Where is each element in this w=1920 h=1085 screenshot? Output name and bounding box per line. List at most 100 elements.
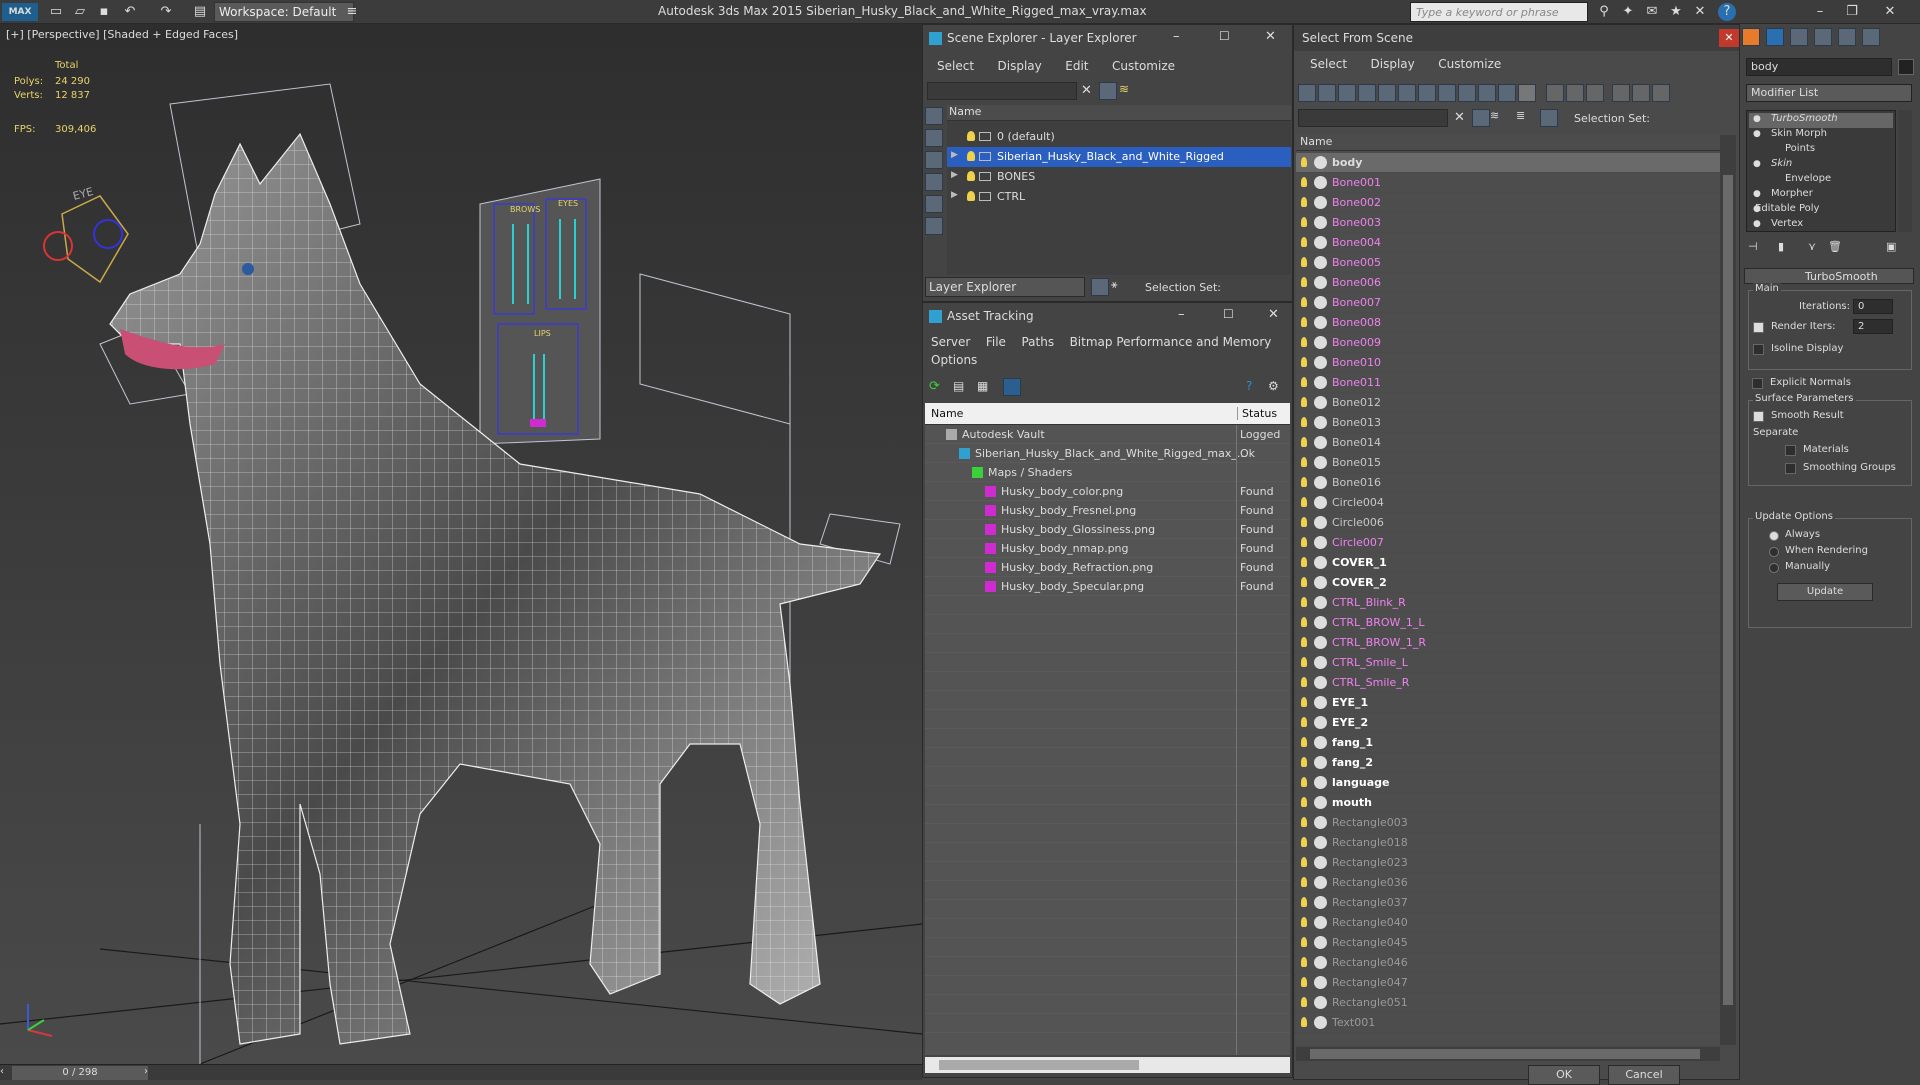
- filter-toggle-icon[interactable]: [1472, 109, 1490, 127]
- clear-find-icon[interactable]: ✕: [1454, 110, 1465, 125]
- filter-geometry-icon[interactable]: [1298, 84, 1316, 102]
- object-row[interactable]: fang_2: [1296, 753, 1720, 773]
- object-row[interactable]: Bone002: [1296, 193, 1720, 213]
- lightbulb-icon[interactable]: [1301, 877, 1307, 887]
- modifier-stack-item[interactable]: ● Vertex: [1749, 218, 1893, 233]
- bulb-toggle-icon[interactable]: ●: [1753, 159, 1761, 169]
- lightbulb-icon[interactable]: [1301, 837, 1307, 847]
- object-row[interactable]: Bone006: [1296, 273, 1720, 293]
- binoculars-icon[interactable]: ⚲: [1594, 3, 1614, 21]
- modifier-list-dropdown[interactable]: Modifier List: [1746, 84, 1912, 102]
- lightbulb-icon[interactable]: [1301, 277, 1307, 287]
- lightbulb-icon[interactable]: [1301, 797, 1307, 807]
- restore-icon[interactable]: ❐: [1842, 3, 1862, 21]
- find-input[interactable]: [1298, 109, 1448, 127]
- lightbulb-icon[interactable]: [1301, 1017, 1307, 1027]
- object-row[interactable]: Bone009: [1296, 333, 1720, 353]
- lightbulb-icon[interactable]: [1301, 557, 1307, 567]
- maximize-icon[interactable]: ☐: [1219, 29, 1230, 43]
- menu-edit[interactable]: Edit: [1065, 59, 1088, 73]
- object-row[interactable]: Rectangle040: [1296, 913, 1720, 933]
- filter-bones-icon[interactable]: [1458, 84, 1476, 102]
- list-view-icon[interactable]: ▤: [953, 379, 964, 393]
- maximize-icon[interactable]: ☐: [1223, 307, 1234, 321]
- help-icon[interactable]: ?: [1246, 379, 1252, 393]
- object-row[interactable]: Bone005: [1296, 253, 1720, 273]
- col-name[interactable]: Name: [931, 407, 963, 420]
- next-frame-icon[interactable]: ›: [144, 1066, 154, 1080]
- layer-tree[interactable]: Name 0 (default) ▶ Siberian_Husky_Black_an…: [947, 105, 1291, 275]
- lightbulb-icon[interactable]: [1301, 397, 1307, 407]
- undo-icon[interactable]: ↶: [120, 3, 140, 21]
- select-none-icon[interactable]: [1566, 84, 1584, 102]
- object-row[interactable]: Bone001: [1296, 173, 1720, 193]
- lightbulb-icon[interactable]: [1301, 817, 1307, 827]
- lightbulb-icon[interactable]: [1301, 657, 1307, 667]
- menu-display[interactable]: Display: [998, 59, 1042, 73]
- new-file-icon[interactable]: ▭: [46, 3, 66, 21]
- object-row[interactable]: Rectangle047: [1296, 973, 1720, 993]
- close-icon[interactable]: ✕: [1719, 29, 1739, 47]
- isoline-checkbox[interactable]: [1753, 344, 1764, 355]
- display-spacewarps-icon[interactable]: [925, 217, 943, 235]
- layer-display-icon[interactable]: ≋: [1490, 109, 1508, 127]
- display-helpers-icon[interactable]: [925, 195, 943, 213]
- create-tab-icon[interactable]: [1742, 28, 1760, 46]
- menu-customize[interactable]: Customize: [1438, 57, 1501, 71]
- lightbulb-icon[interactable]: [1301, 617, 1307, 627]
- turbosmooth-rollout-header[interactable]: TurboSmooth: [1744, 268, 1914, 284]
- object-row[interactable]: CTRL_Smile_R: [1296, 673, 1720, 693]
- menu-select[interactable]: Select: [1310, 57, 1347, 71]
- horizontal-scrollbar[interactable]: [925, 1057, 1290, 1073]
- display-tab-icon[interactable]: [1838, 28, 1856, 46]
- filter-groups-icon[interactable]: [1418, 84, 1436, 102]
- object-row[interactable]: CTRL_BROW_1_L: [1296, 613, 1720, 633]
- layer-mode-icon[interactable]: [1091, 278, 1109, 296]
- object-name-field[interactable]: body: [1746, 58, 1892, 76]
- configure-sets-icon[interactable]: ▣: [1886, 240, 1896, 253]
- object-row[interactable]: Rectangle003: [1296, 813, 1720, 833]
- minimize-icon[interactable]: –: [1810, 3, 1830, 21]
- help-icon[interactable]: ?: [1718, 3, 1736, 21]
- scroll-thumb[interactable]: [939, 1060, 1139, 1070]
- object-row[interactable]: Bone012: [1296, 393, 1720, 413]
- modifier-stack-item[interactable]: ● Skin Morph: [1749, 128, 1893, 143]
- facial-controls-panel[interactable]: [479, 178, 601, 445]
- hierarchy-icon[interactable]: [1540, 109, 1558, 127]
- lightbulb-icon[interactable]: [1301, 257, 1307, 267]
- app-logo-icon[interactable]: MAX: [2, 3, 38, 21]
- expand-icon[interactable]: ▶: [951, 170, 958, 180]
- filter-shapes-icon[interactable]: [1318, 84, 1336, 102]
- lightbulb-icon[interactable]: [1301, 317, 1307, 327]
- object-row[interactable]: Bone013: [1296, 413, 1720, 433]
- lightbulb-icon[interactable]: [1301, 957, 1307, 967]
- object-row[interactable]: Rectangle037: [1296, 893, 1720, 913]
- scene-explorer-window[interactable]: Scene Explorer - Layer Explorer – ☐ ✕ Se…: [922, 24, 1293, 302]
- close-icon[interactable]: ✕: [1268, 307, 1279, 322]
- asset-table[interactable]: Name Status Autodesk Vault Logged Siberian…: [925, 403, 1290, 1055]
- layer-row[interactable]: ▶ CTRL: [947, 187, 1291, 207]
- open-file-icon[interactable]: ▱: [70, 3, 90, 21]
- pin-stack-icon[interactable]: ⊣: [1748, 240, 1758, 253]
- always-radio[interactable]: [1769, 531, 1779, 541]
- object-row[interactable]: mouth: [1296, 793, 1720, 813]
- explicit-normals-checkbox[interactable]: [1752, 378, 1763, 389]
- display-cameras-icon[interactable]: [925, 173, 943, 191]
- lightbulb-icon[interactable]: [1301, 977, 1307, 987]
- object-row[interactable]: EYE_1: [1296, 693, 1720, 713]
- clear-find-icon[interactable]: ✕: [1081, 83, 1092, 98]
- ok-button[interactable]: OK: [1528, 1065, 1600, 1085]
- lightbulb-icon[interactable]: [1301, 917, 1307, 927]
- expand-icon[interactable]: ▶: [951, 150, 958, 160]
- save-icon[interactable]: ▪: [94, 3, 114, 21]
- lightbulb-icon[interactable]: [1301, 997, 1307, 1007]
- scroll-thumb[interactable]: [1723, 175, 1733, 1005]
- lightbulb-icon[interactable]: [1301, 297, 1307, 307]
- stack-scrollbar[interactable]: [1898, 110, 1912, 232]
- when-rendering-radio[interactable]: [1769, 547, 1779, 557]
- object-row[interactable]: Bone014: [1296, 433, 1720, 453]
- lightbulb-icon[interactable]: [1301, 577, 1307, 587]
- layer-filter-icon[interactable]: ≣: [1516, 109, 1534, 127]
- lightbulb-icon[interactable]: [1301, 477, 1307, 487]
- lightbulb-icon[interactable]: [1301, 937, 1307, 947]
